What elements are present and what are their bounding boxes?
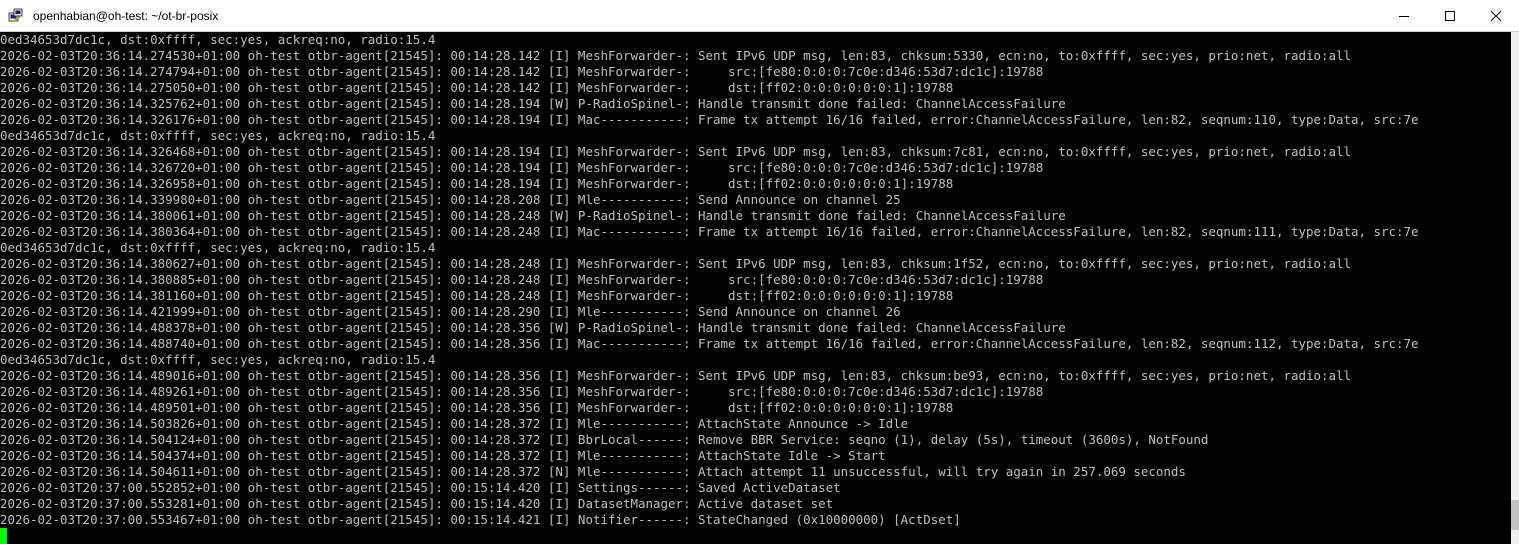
putty-icon[interactable] [7, 7, 25, 25]
terminal-line: 0ed34653d7dc1c, dst:0xffff, sec:yes, ack… [0, 352, 436, 367]
terminal-line: 2026-02-03T20:36:14.325762+01:00 oh-test… [0, 96, 1066, 111]
terminal-scrollbar[interactable] [1511, 32, 1519, 544]
terminal-line: 2026-02-03T20:36:14.380061+01:00 oh-test… [0, 208, 1066, 223]
terminal-line: 2026-02-03T20:37:00.552852+01:00 oh-test… [0, 480, 841, 495]
terminal-line: 2026-02-03T20:36:14.489016+01:00 oh-test… [0, 368, 1352, 383]
terminal-line: 2026-02-03T20:36:14.380364+01:00 oh-test… [0, 224, 1419, 239]
close-button[interactable] [1473, 0, 1519, 31]
terminal-line: 2026-02-03T20:36:14.489261+01:00 oh-test… [0, 384, 1044, 399]
maximize-icon [1445, 10, 1455, 21]
terminal-line: 2026-02-03T20:36:14.274530+01:00 oh-test… [0, 48, 1352, 63]
terminal-line: 2026-02-03T20:36:14.274794+01:00 oh-test… [0, 64, 1044, 79]
terminal-line: 0ed34653d7dc1c, dst:0xffff, sec:yes, ack… [0, 240, 436, 255]
scrollbar-thumb[interactable] [1511, 500, 1519, 530]
window-title: openhabian@oh-test: ~/ot-br-posix [33, 8, 219, 23]
terminal-line: 2026-02-03T20:37:00.553281+01:00 oh-test… [0, 496, 834, 511]
window-controls [1381, 0, 1519, 31]
close-icon [1490, 10, 1502, 21]
terminal-line: 2026-02-03T20:36:14.488740+01:00 oh-test… [0, 336, 1419, 351]
terminal-line: 2026-02-03T20:36:14.504124+01:00 oh-test… [0, 432, 1209, 447]
terminal-line: 0ed34653d7dc1c, dst:0xffff, sec:yes, ack… [0, 128, 436, 143]
title-bar[interactable]: openhabian@oh-test: ~/ot-br-posix [0, 0, 1519, 32]
terminal-line: 2026-02-03T20:37:00.553467+01:00 oh-test… [0, 512, 961, 527]
terminal-line: 2026-02-03T20:36:14.326176+01:00 oh-test… [0, 112, 1419, 127]
terminal-line: 0ed34653d7dc1c, dst:0xffff, sec:yes, ack… [0, 32, 436, 47]
minimize-icon [1399, 15, 1409, 17]
terminal-line: 2026-02-03T20:36:14.381160+01:00 oh-test… [0, 288, 954, 303]
terminal-line: 2026-02-03T20:36:14.380885+01:00 oh-test… [0, 272, 1044, 287]
terminal-cursor [0, 528, 7, 544]
minimize-button[interactable] [1381, 0, 1427, 31]
terminal-line: 2026-02-03T20:36:14.488378+01:00 oh-test… [0, 320, 1066, 335]
terminal-line: 2026-02-03T20:36:14.326468+01:00 oh-test… [0, 144, 1352, 159]
terminal-line: 2026-02-03T20:36:14.380627+01:00 oh-test… [0, 256, 1352, 271]
terminal-line: 2026-02-03T20:36:14.503826+01:00 oh-test… [0, 416, 909, 431]
terminal-line: 2026-02-03T20:36:14.326720+01:00 oh-test… [0, 160, 1044, 175]
terminal-line: 2026-02-03T20:36:14.326958+01:00 oh-test… [0, 176, 954, 191]
terminal-line: 2026-02-03T20:36:14.421999+01:00 oh-test… [0, 304, 901, 319]
terminal-line: 2026-02-03T20:36:14.489501+01:00 oh-test… [0, 400, 954, 415]
terminal-line: 2026-02-03T20:36:14.275050+01:00 oh-test… [0, 80, 954, 95]
terminal-line: 2026-02-03T20:36:14.504374+01:00 oh-test… [0, 448, 886, 463]
terminal-line: 2026-02-03T20:36:14.504611+01:00 oh-test… [0, 464, 1186, 479]
terminal-output[interactable]: 0ed34653d7dc1c, dst:0xffff, sec:yes, ack… [0, 32, 1511, 544]
maximize-button[interactable] [1427, 0, 1473, 31]
terminal-line: 2026-02-03T20:36:14.339980+01:00 oh-test… [0, 192, 901, 207]
